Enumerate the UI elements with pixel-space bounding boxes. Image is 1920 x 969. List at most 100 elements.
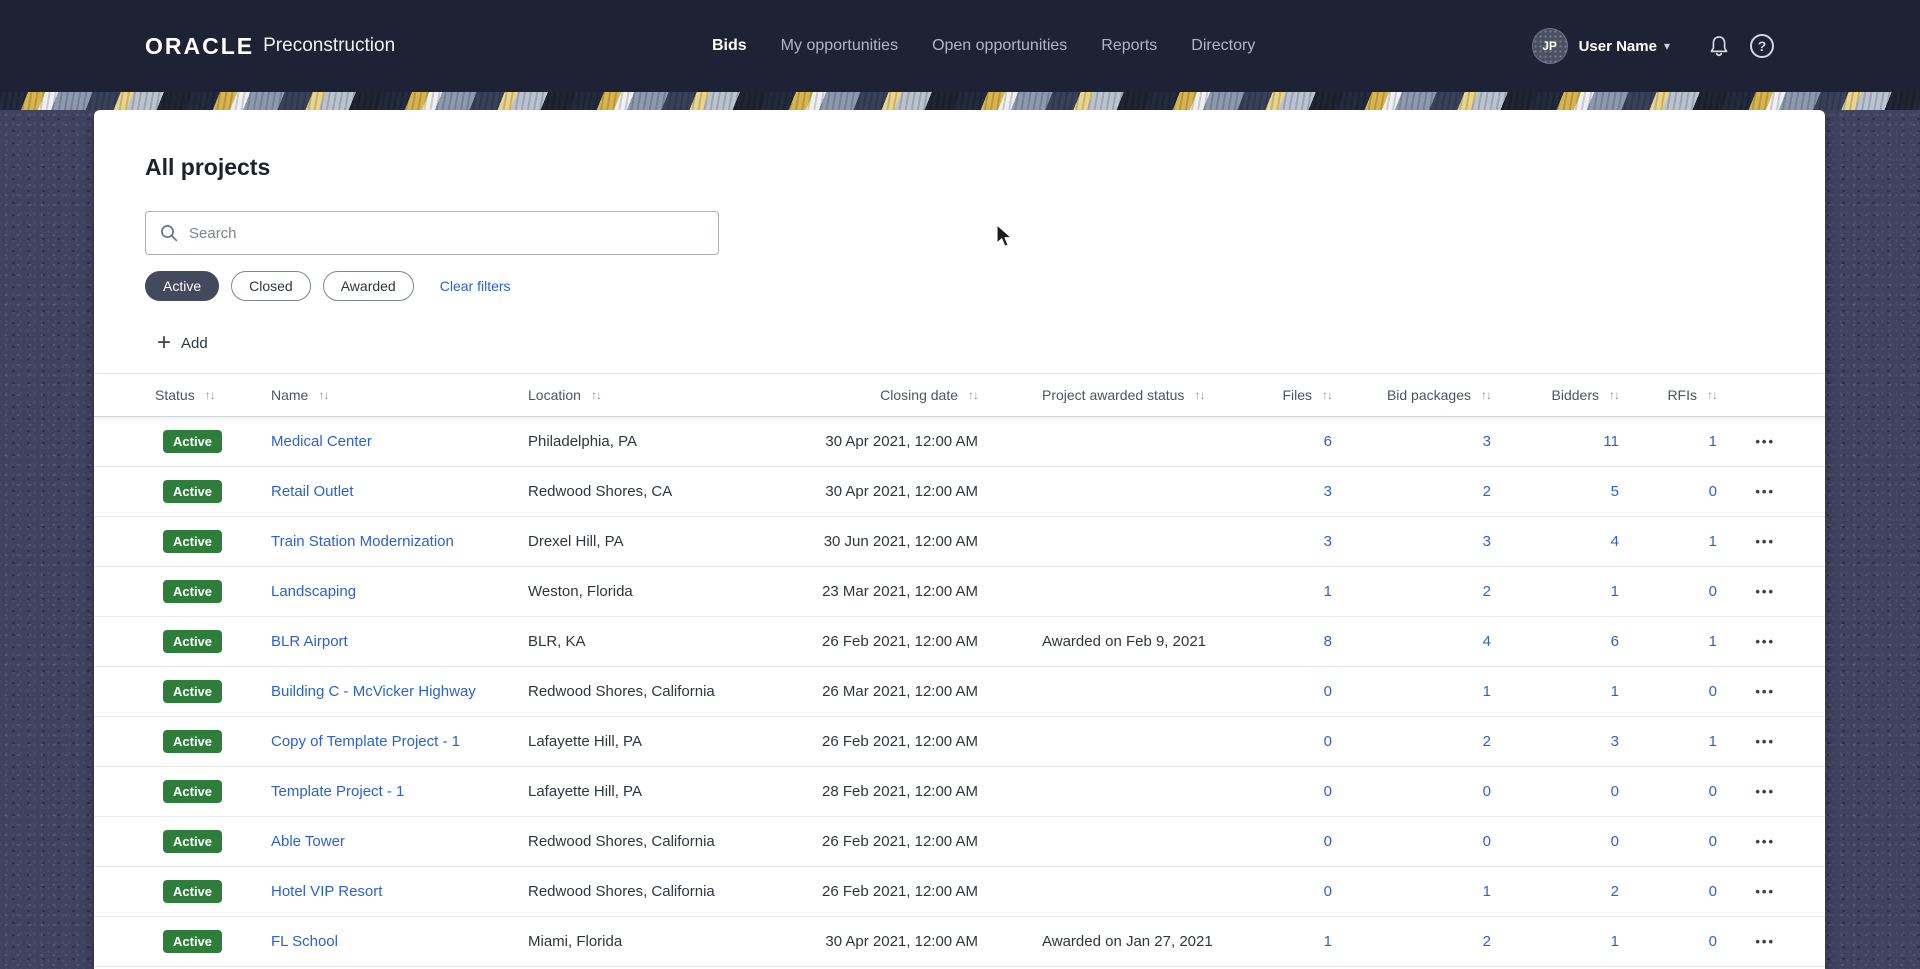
- bid-packages-count-link[interactable]: 2: [1483, 933, 1491, 950]
- files-count-link[interactable]: 1: [1324, 583, 1332, 600]
- sort-icon[interactable]: ↑↓: [205, 388, 216, 402]
- column-header-name[interactable]: Name ↑↓: [271, 387, 528, 403]
- nav-item-bids[interactable]: Bids: [712, 37, 747, 55]
- sort-icon[interactable]: ↑↓: [1481, 388, 1492, 402]
- project-name-link[interactable]: Able Tower: [271, 833, 345, 850]
- rfis-count-link[interactable]: 0: [1709, 833, 1717, 850]
- row-actions-button[interactable]: •••: [1749, 730, 1781, 753]
- sort-icon[interactable]: ↑↓: [1194, 388, 1205, 402]
- files-count-link[interactable]: 8: [1324, 633, 1332, 650]
- bidders-count-link[interactable]: 1: [1611, 583, 1619, 600]
- notifications-button[interactable]: [1708, 35, 1730, 58]
- bid-packages-count-link[interactable]: 2: [1483, 733, 1491, 750]
- row-actions-button[interactable]: •••: [1749, 880, 1781, 903]
- bidders-count-link[interactable]: 0: [1611, 783, 1619, 800]
- filter-chip-awarded[interactable]: Awarded: [322, 271, 414, 301]
- rfis-count-link[interactable]: 1: [1709, 733, 1717, 750]
- project-name-link[interactable]: Template Project - 1: [271, 783, 404, 800]
- rfis-count-link[interactable]: 0: [1709, 683, 1717, 700]
- files-count-link[interactable]: 0: [1324, 833, 1332, 850]
- files-count-link[interactable]: 1: [1324, 933, 1332, 950]
- row-actions-button[interactable]: •••: [1749, 930, 1781, 953]
- rfis-count-link[interactable]: 0: [1709, 483, 1717, 500]
- bidders-count-link[interactable]: 6: [1611, 633, 1619, 650]
- row-actions-button[interactable]: •••: [1749, 830, 1781, 853]
- column-header-files[interactable]: Files ↑↓: [1262, 387, 1333, 403]
- column-header-rfis[interactable]: RFIs ↑↓: [1619, 387, 1718, 403]
- bidders-count-link[interactable]: 0: [1611, 833, 1619, 850]
- sort-icon[interactable]: ↑↓: [968, 388, 979, 402]
- rfis-count-link[interactable]: 0: [1709, 783, 1717, 800]
- nav-item-open-opportunities[interactable]: Open opportunities: [932, 37, 1067, 55]
- bid-packages-count-link[interactable]: 2: [1483, 483, 1491, 500]
- bid-packages-count-link[interactable]: 0: [1483, 833, 1491, 850]
- project-name-link[interactable]: Copy of Template Project - 1: [271, 733, 460, 750]
- bidders-count-link[interactable]: 3: [1611, 733, 1619, 750]
- project-name-link[interactable]: Landscaping: [271, 583, 356, 600]
- nav-item-directory[interactable]: Directory: [1191, 37, 1255, 55]
- row-actions-button[interactable]: •••: [1749, 480, 1781, 503]
- project-name-link[interactable]: BLR Airport: [271, 633, 348, 650]
- column-header-bidders[interactable]: Bidders ↑↓: [1491, 387, 1620, 403]
- sort-icon[interactable]: ↑↓: [1322, 388, 1333, 402]
- row-actions-button[interactable]: •••: [1749, 530, 1781, 553]
- row-actions-button[interactable]: •••: [1749, 630, 1781, 653]
- files-count-link[interactable]: 3: [1324, 533, 1332, 550]
- rfis-count-link[interactable]: 1: [1709, 533, 1717, 550]
- files-count-link[interactable]: 3: [1324, 483, 1332, 500]
- project-name-link[interactable]: FL School: [271, 933, 338, 950]
- rfis-count-link[interactable]: 0: [1709, 583, 1717, 600]
- bidders-count-link[interactable]: 5: [1611, 483, 1619, 500]
- filter-chip-closed[interactable]: Closed: [231, 271, 311, 301]
- project-name-link[interactable]: Building C - McVicker Highway: [271, 683, 476, 700]
- bid-packages-count-link[interactable]: 4: [1483, 633, 1491, 650]
- user-name[interactable]: User Name: [1579, 38, 1657, 55]
- project-name-link[interactable]: Train Station Modernization: [271, 533, 454, 550]
- search-input[interactable]: [189, 224, 704, 242]
- rfis-count-link[interactable]: 1: [1709, 633, 1717, 650]
- bid-packages-count-link[interactable]: 2: [1483, 583, 1491, 600]
- row-actions-button[interactable]: •••: [1749, 580, 1781, 603]
- project-name-link[interactable]: Medical Center: [271, 433, 372, 450]
- files-count-link[interactable]: 0: [1324, 683, 1332, 700]
- column-header-closing-date[interactable]: Closing date ↑↓: [818, 387, 979, 403]
- bidders-count-link[interactable]: 1: [1611, 933, 1619, 950]
- bid-packages-count-link[interactable]: 1: [1483, 683, 1491, 700]
- files-count-link[interactable]: 0: [1324, 733, 1332, 750]
- nav-item-reports[interactable]: Reports: [1101, 37, 1157, 55]
- bidders-count-link[interactable]: 2: [1611, 883, 1619, 900]
- column-header-bid-packages[interactable]: Bid packages ↑↓: [1332, 387, 1492, 403]
- bidders-count-link[interactable]: 4: [1611, 533, 1619, 550]
- sort-icon[interactable]: ↑↓: [1609, 388, 1620, 402]
- help-button[interactable]: ?: [1750, 34, 1774, 58]
- project-name-link[interactable]: Hotel VIP Resort: [271, 883, 382, 900]
- files-count-link[interactable]: 0: [1324, 883, 1332, 900]
- row-actions-button[interactable]: •••: [1749, 780, 1781, 803]
- column-header-location[interactable]: Location ↑↓: [528, 387, 818, 403]
- bid-packages-count-link[interactable]: 0: [1483, 783, 1491, 800]
- bidders-count-link[interactable]: 11: [1603, 433, 1619, 450]
- bid-packages-count-link[interactable]: 3: [1483, 533, 1491, 550]
- filter-chip-active[interactable]: Active: [145, 271, 220, 301]
- add-project-button[interactable]: + Add: [157, 329, 208, 357]
- files-count-link[interactable]: 6: [1324, 433, 1332, 450]
- sort-icon[interactable]: ↑↓: [591, 388, 602, 402]
- row-actions-button[interactable]: •••: [1749, 430, 1781, 453]
- bid-packages-count-link[interactable]: 1: [1483, 883, 1491, 900]
- nav-item-my-opportunities[interactable]: My opportunities: [781, 37, 898, 55]
- files-count-link[interactable]: 0: [1324, 783, 1332, 800]
- rfis-count-link[interactable]: 0: [1709, 883, 1717, 900]
- bidders-count-link[interactable]: 1: [1611, 683, 1619, 700]
- clear-filters-link[interactable]: Clear filters: [440, 278, 511, 294]
- column-header-status[interactable]: Status ↑↓: [155, 387, 271, 403]
- sort-icon[interactable]: ↑↓: [318, 388, 329, 402]
- row-actions-button[interactable]: •••: [1749, 680, 1781, 703]
- project-name-link[interactable]: Retail Outlet: [271, 483, 354, 500]
- chevron-down-icon[interactable]: ▾: [1664, 39, 1670, 53]
- avatar[interactable]: JP: [1531, 28, 1568, 64]
- sort-icon[interactable]: ↑↓: [1707, 388, 1718, 402]
- bid-packages-count-link[interactable]: 3: [1483, 433, 1491, 450]
- rfis-count-link[interactable]: 1: [1709, 433, 1717, 450]
- column-header-project-awarded-status[interactable]: Project awarded status ↑↓: [978, 387, 1262, 403]
- rfis-count-link[interactable]: 0: [1709, 933, 1717, 950]
